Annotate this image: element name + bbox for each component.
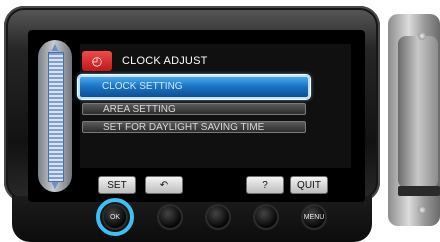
help-button[interactable]: ?: [246, 176, 284, 194]
scroll-slider[interactable]: ▲ ▼: [38, 40, 72, 192]
screw-icon: [418, 32, 426, 40]
return-arrow-icon: ↶: [159, 179, 169, 191]
scroll-down-icon[interactable]: ▼: [45, 178, 65, 192]
menu-item-clock-setting[interactable]: CLOCK SETTING: [78, 75, 310, 99]
menu-item-daylight-saving[interactable]: SET FOR DAYLIGHT SAVING TIME: [82, 121, 306, 133]
physical-button-3[interactable]: [205, 204, 231, 230]
clock-icon: ◴: [82, 51, 112, 71]
set-button[interactable]: SET: [98, 176, 136, 194]
hinge-panel: [398, 36, 438, 188]
camcorder-device: ▲ ▼ ◴ CLOCK ADJUST CLOCK SETTING AREA SE…: [0, 0, 395, 242]
menu-title: CLOCK ADJUST: [122, 55, 208, 67]
hinge-slot: [398, 186, 440, 196]
physical-button-4[interactable]: [253, 204, 279, 230]
ok-button[interactable]: OK: [102, 204, 128, 230]
menu-button[interactable]: MENU: [301, 204, 327, 230]
screw-icon: [418, 206, 426, 214]
menu-header: ◴ CLOCK ADJUST: [82, 50, 208, 72]
physical-button-2[interactable]: [157, 204, 183, 230]
back-button[interactable]: ↶: [145, 176, 183, 194]
scroll-track[interactable]: [48, 52, 64, 182]
menu-item-area-setting[interactable]: AREA SETTING: [82, 103, 306, 115]
quit-button[interactable]: QUIT: [290, 176, 328, 194]
